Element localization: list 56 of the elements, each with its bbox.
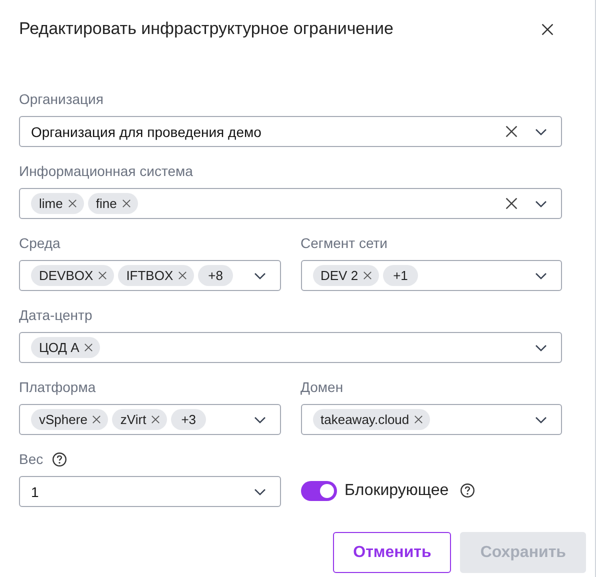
multiselect-field[interactable]: vSphere zVirt +3 — [19, 404, 280, 435]
toggle-switch[interactable] — [300, 480, 336, 500]
select-field[interactable]: Организация для проведения демо — [19, 116, 562, 147]
more-count[interactable]: +3 — [171, 409, 206, 430]
chevron-down-icon[interactable] — [254, 272, 266, 280]
tag-chip[interactable]: zVirt — [112, 409, 168, 430]
tag-chip[interactable]: ЦОД А — [31, 337, 100, 358]
remove-icon[interactable] — [363, 271, 372, 280]
remove-icon[interactable] — [98, 271, 108, 280]
chevron-down-icon[interactable] — [254, 416, 266, 424]
more-count[interactable]: +1 — [383, 265, 418, 286]
more-count[interactable]: +8 — [198, 265, 233, 286]
multiselect-field[interactable]: takeaway.cloud — [300, 404, 562, 435]
tag-chip[interactable]: IFTBOX — [118, 265, 194, 286]
field-label: Дата-центр — [19, 307, 92, 323]
remove-icon[interactable] — [84, 343, 94, 352]
remove-icon[interactable] — [122, 199, 131, 208]
remove-icon[interactable] — [151, 415, 160, 424]
tag-chip[interactable]: vSphere — [31, 409, 108, 430]
tag-chip[interactable]: lime — [31, 193, 84, 214]
clear-icon[interactable] — [505, 197, 518, 210]
remove-icon[interactable] — [178, 271, 188, 280]
close-icon[interactable] — [541, 22, 554, 36]
chevron-down-icon[interactable] — [535, 272, 547, 280]
toggle-label: Блокирующее — [344, 482, 449, 500]
chevron-down-icon[interactable] — [535, 128, 547, 136]
select-field[interactable]: 1 — [19, 476, 280, 507]
field-label: Домен — [300, 379, 344, 395]
field-value: 1 — [31, 484, 40, 500]
multiselect-field[interactable]: DEVBOX IFTBOX +8 — [19, 260, 280, 291]
field-label: Среда — [19, 235, 60, 251]
remove-icon[interactable] — [92, 415, 102, 424]
multiselect-field[interactable]: lime fine — [19, 188, 562, 219]
tag-chip[interactable]: DEVBOX — [31, 265, 114, 286]
dialog-title: Редактировать инфраструктурное ограничение — [19, 19, 394, 39]
chevron-down-icon[interactable] — [535, 200, 547, 208]
tag-chip[interactable]: fine — [88, 193, 138, 214]
tag-chip[interactable]: DEV 2 — [312, 265, 380, 286]
chevron-down-icon[interactable] — [254, 488, 266, 496]
help-icon[interactable] — [460, 483, 475, 498]
multiselect-field[interactable]: DEV 2 +1 — [300, 260, 562, 291]
chevron-down-icon[interactable] — [535, 416, 547, 424]
remove-icon[interactable] — [414, 415, 424, 424]
field-label: Организация — [19, 91, 104, 107]
remove-icon[interactable] — [68, 199, 77, 208]
field-label: Информационная система — [19, 163, 193, 179]
help-icon[interactable] — [52, 452, 68, 466]
multiselect-field[interactable]: ЦОД А — [19, 332, 562, 363]
chevron-down-icon[interactable] — [535, 344, 547, 352]
cancel-button[interactable]: Отменить — [333, 532, 452, 573]
field-label: Платформа — [19, 379, 96, 395]
clear-icon[interactable] — [505, 125, 518, 138]
field-label: Вес — [19, 451, 44, 467]
tag-chip[interactable]: takeaway.cloud — [312, 409, 430, 430]
field-value: Организация для проведения демо — [31, 124, 262, 140]
field-label: Сегмент сети — [300, 235, 388, 251]
